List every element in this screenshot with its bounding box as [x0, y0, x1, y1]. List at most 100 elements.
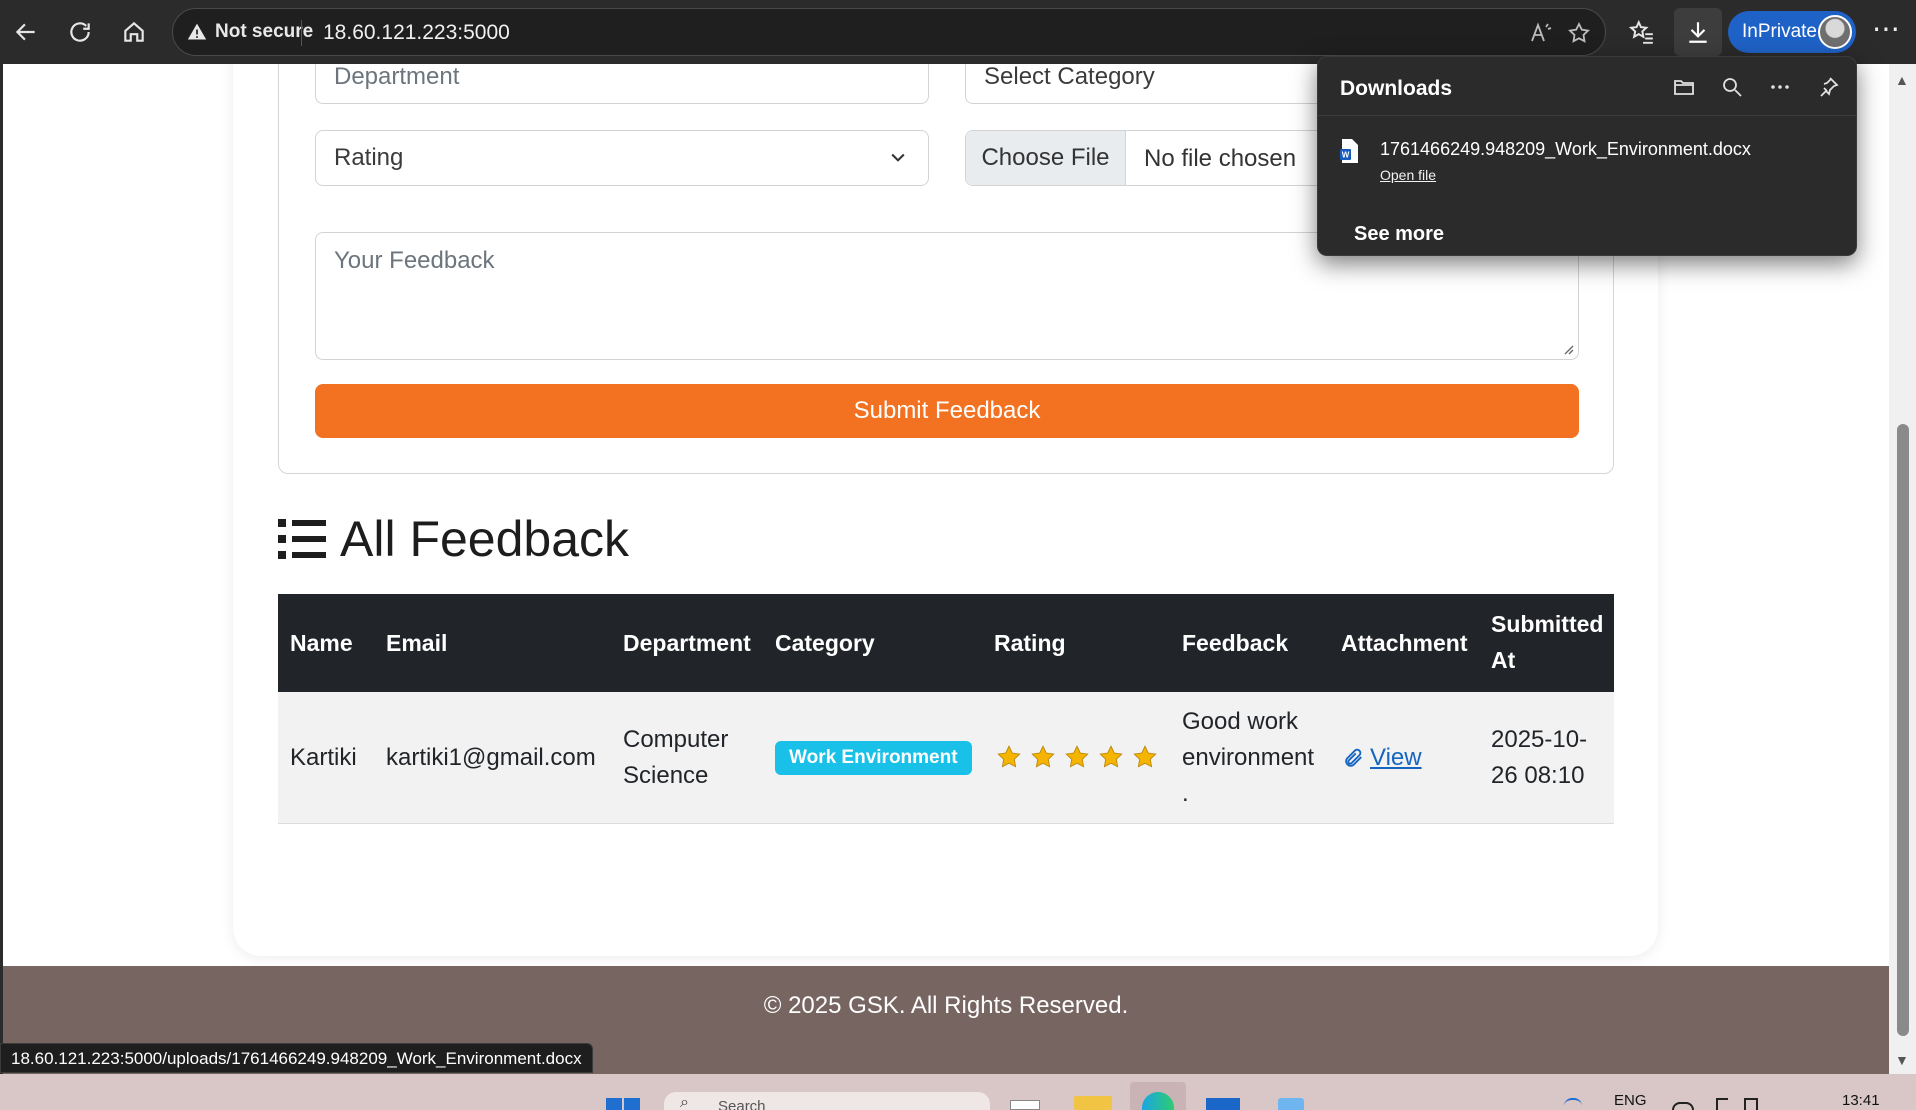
downloads-divider: [1318, 115, 1856, 116]
row-feedback-line1: Good work: [1182, 708, 1299, 735]
word-document-icon: W: [1340, 139, 1358, 163]
col-attachment[interactable]: Attachment: [1341, 625, 1468, 661]
profile-avatar: [1818, 15, 1852, 49]
task-view-icon[interactable]: [1010, 1100, 1040, 1110]
col-email[interactable]: Email: [386, 625, 447, 661]
category-selected-value: Select Category: [984, 64, 1155, 90]
see-more-link[interactable]: See more: [1354, 223, 1444, 246]
table-row: Kartiki kartiki1@gmail.com Computer Scie…: [278, 692, 1614, 824]
open-folder-icon[interactable]: [1666, 69, 1702, 105]
start-windows-icon[interactable]: [606, 1098, 640, 1110]
attachment-view-link[interactable]: View: [1342, 740, 1422, 776]
read-aloud-icon[interactable]: [1525, 18, 1557, 48]
os-taskbar: ⌕ Search ENG 13:41: [0, 1074, 1916, 1110]
taskbar-search-icon: ⌕: [680, 1094, 689, 1110]
col-submitted-line1: Submitted: [1491, 611, 1604, 637]
favorite-star-icon[interactable]: [1563, 18, 1595, 48]
address-bar[interactable]: Not secure 18.60.121.223:5000: [172, 8, 1606, 56]
download-icon: [1689, 22, 1707, 43]
choose-file-button[interactable]: Choose File: [966, 131, 1126, 185]
row-department-line1: Computer: [623, 726, 729, 753]
taskbar-search[interactable]: ⌕ Search: [664, 1092, 990, 1110]
downloads-panel: Downloads W 1761466249.948209_Work_Envir…: [1317, 56, 1857, 256]
department-input[interactable]: Department: [315, 64, 929, 104]
language-indicator[interactable]: ENG: [1614, 1092, 1647, 1109]
edge-app-tile[interactable]: [1130, 1082, 1186, 1110]
wifi-icon[interactable]: [1672, 1102, 1694, 1110]
settings-more-icon[interactable]: ⋯: [1866, 14, 1906, 50]
col-rating[interactable]: Rating: [994, 625, 1066, 661]
scrollbar-thumb[interactable]: [1897, 424, 1909, 1036]
resize-handle-icon[interactable]: [1562, 343, 1574, 355]
pin-icon[interactable]: [1810, 69, 1846, 105]
row-submitted-line1: 2025-10-: [1491, 726, 1588, 753]
row-submitted-at: 2025-10- 26 08:10: [1491, 722, 1587, 794]
chevron-down-icon: [891, 153, 905, 162]
row-feedback: Good work environment .: [1182, 704, 1314, 812]
more-options-icon[interactable]: [1762, 69, 1798, 105]
refresh-icon[interactable]: [58, 10, 102, 54]
feedback-placeholder: Your Feedback: [334, 247, 495, 274]
back-icon[interactable]: [4, 10, 48, 54]
submit-feedback-button[interactable]: Submit Feedback: [315, 384, 1579, 438]
edge-icon: [1142, 1092, 1174, 1110]
downloads-title: Downloads: [1340, 77, 1453, 100]
col-department[interactable]: Department: [623, 625, 751, 661]
table-header: Name Email Department Category Rating Fe…: [278, 594, 1614, 692]
outlook-icon[interactable]: [1206, 1098, 1240, 1110]
address-divider: [301, 20, 302, 46]
inprivate-button[interactable]: InPrivate: [1728, 11, 1856, 53]
all-feedback-heading: All Feedback: [278, 510, 629, 568]
taskbar-search-placeholder: Search: [718, 1098, 766, 1110]
page-scrollbar[interactable]: ▲ ▼: [1889, 64, 1916, 1074]
category-badge: Work Environment: [775, 741, 972, 775]
file-explorer-icon[interactable]: [1074, 1096, 1112, 1110]
volume-icon[interactable]: [1716, 1098, 1728, 1110]
security-label: Not secure: [215, 21, 314, 42]
department-placeholder: Department: [334, 64, 460, 90]
row-name: Kartiki: [290, 744, 357, 771]
row-submitted-line2: 26 08:10: [1491, 762, 1585, 789]
downloads-button[interactable]: [1674, 8, 1722, 56]
open-file-link[interactable]: Open file: [1380, 167, 1436, 183]
scroll-up-icon[interactable]: ▲: [1895, 72, 1909, 88]
search-icon[interactable]: [1714, 69, 1750, 105]
rating-stars: [996, 744, 1158, 770]
footer-copyright: © 2025 GSK. All Rights Reserved.: [763, 992, 1129, 1019]
home-icon[interactable]: [112, 10, 156, 54]
star-icon: [1133, 745, 1157, 768]
list-icon: [278, 519, 326, 559]
inprivate-label: InPrivate: [1742, 21, 1817, 42]
paperclip-icon: [1345, 748, 1362, 767]
star-icon: [1065, 745, 1089, 768]
rating-select[interactable]: Rating: [315, 130, 929, 186]
clock-time[interactable]: 13:41: [1842, 1092, 1880, 1109]
col-submitted-line2: At: [1491, 647, 1516, 673]
file-status-text: No file chosen: [1144, 145, 1297, 172]
col-feedback[interactable]: Feedback: [1182, 625, 1288, 661]
star-icon: [1099, 745, 1123, 768]
row-email: kartiki1@gmail.com: [386, 744, 596, 771]
col-name[interactable]: Name: [290, 625, 353, 661]
scroll-down-icon[interactable]: ▼: [1895, 1052, 1909, 1068]
feedback-table: Name Email Department Category Rating Fe…: [278, 594, 1614, 824]
battery-icon[interactable]: [1744, 1098, 1758, 1110]
link-status-bar: 18.60.121.223:5000/uploads/1761466249.94…: [0, 1043, 593, 1073]
app-icon[interactable]: [1278, 1098, 1304, 1110]
row-feedback-line2: environment: [1182, 744, 1315, 771]
favorites-list-icon[interactable]: [1620, 10, 1664, 54]
warning-icon: [187, 23, 207, 40]
url-text[interactable]: 18.60.121.223:5000: [323, 21, 510, 45]
tray-chevron-icon[interactable]: [1564, 1098, 1582, 1110]
row-feedback-line3: .: [1182, 780, 1189, 807]
security-indicator[interactable]: Not secure: [187, 21, 313, 43]
view-label: View: [1370, 744, 1422, 771]
row-department-line2: Science: [623, 762, 709, 789]
row-department: Computer Science: [623, 722, 728, 794]
download-file-name[interactable]: 1761466249.948209_Work_Environment.docx: [1380, 139, 1751, 160]
col-submitted-at[interactable]: Submitted At: [1491, 606, 1603, 678]
col-category[interactable]: Category: [775, 625, 875, 661]
section-title: All Feedback: [340, 511, 630, 567]
star-icon: [997, 745, 1021, 768]
svg-text:W: W: [1342, 151, 1350, 160]
